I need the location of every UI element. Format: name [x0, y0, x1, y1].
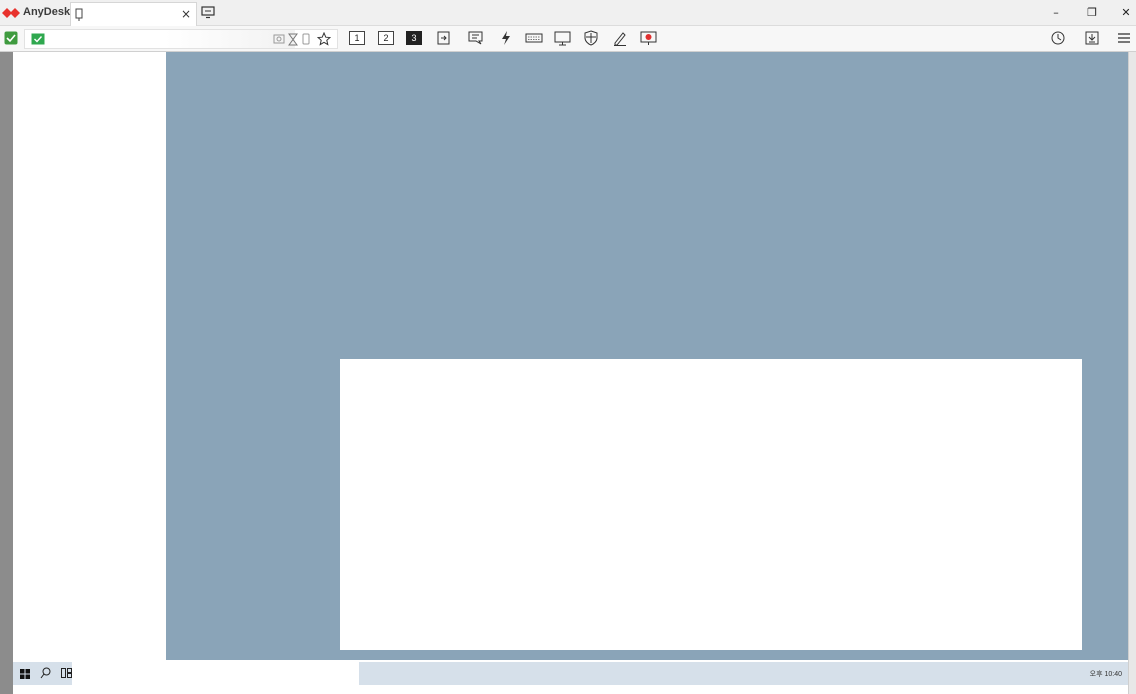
session-toolbar: 1 2 3: [0, 26, 1136, 52]
record-icon[interactable]: [640, 30, 658, 48]
anydesk-logo-icon: [2, 8, 20, 18]
phone-icon: [302, 33, 310, 45]
monitor-2-button[interactable]: 2: [378, 31, 394, 45]
whiteboard-icon[interactable]: [612, 30, 630, 48]
tab-close-button[interactable]: ×: [181, 7, 191, 21]
minimize-button[interactable]: –: [1046, 4, 1066, 22]
taskbar-apps-area[interactable]: [72, 662, 359, 685]
close-window-button[interactable]: ✕: [1116, 4, 1136, 22]
windows-start-icon[interactable]: [20, 669, 30, 679]
remote-screen-edge: [0, 52, 13, 694]
app-name: AnyDesk: [23, 6, 71, 18]
actions-icon[interactable]: [498, 30, 516, 48]
connection-status-icon[interactable]: [4, 31, 18, 45]
download-icon[interactable]: [1084, 30, 1102, 48]
remote-session-icon: [75, 8, 83, 21]
favorite-star-icon[interactable]: [317, 32, 331, 46]
task-view-icon[interactable]: [61, 668, 72, 678]
bottom-strip: [13, 685, 1128, 694]
history-icon[interactable]: [1050, 30, 1068, 48]
address-bar[interactable]: [24, 29, 338, 49]
monitor-3-button[interactable]: 3: [406, 31, 422, 45]
permissions-icon[interactable]: [583, 30, 601, 48]
remote-scrollbar[interactable]: [1128, 52, 1136, 694]
switch-sides-icon[interactable]: [436, 30, 454, 48]
hourglass-icon: [288, 33, 298, 46]
new-tab-icon[interactable]: [201, 6, 215, 19]
remote-taskbar: 오후 10:40: [13, 662, 1128, 685]
chat-icon[interactable]: [468, 30, 486, 48]
display-icon[interactable]: [554, 30, 572, 48]
keyboard-icon[interactable]: [525, 30, 543, 48]
remote-window[interactable]: [340, 359, 1082, 650]
taskbar-search-icon[interactable]: [40, 667, 51, 679]
monitor-1-button[interactable]: 1: [349, 31, 365, 45]
taskbar-clock[interactable]: 오후 10:40: [1090, 669, 1122, 679]
title-bar: AnyDesk × – ❐ ✕: [0, 0, 1136, 26]
menu-icon[interactable]: [1116, 30, 1134, 48]
remote-left-panel[interactable]: [13, 52, 166, 662]
session-tab[interactable]: ×: [70, 2, 197, 26]
verified-icon: [31, 33, 45, 45]
screenshot-icon[interactable]: [273, 33, 285, 45]
restore-button[interactable]: ❐: [1082, 4, 1102, 22]
